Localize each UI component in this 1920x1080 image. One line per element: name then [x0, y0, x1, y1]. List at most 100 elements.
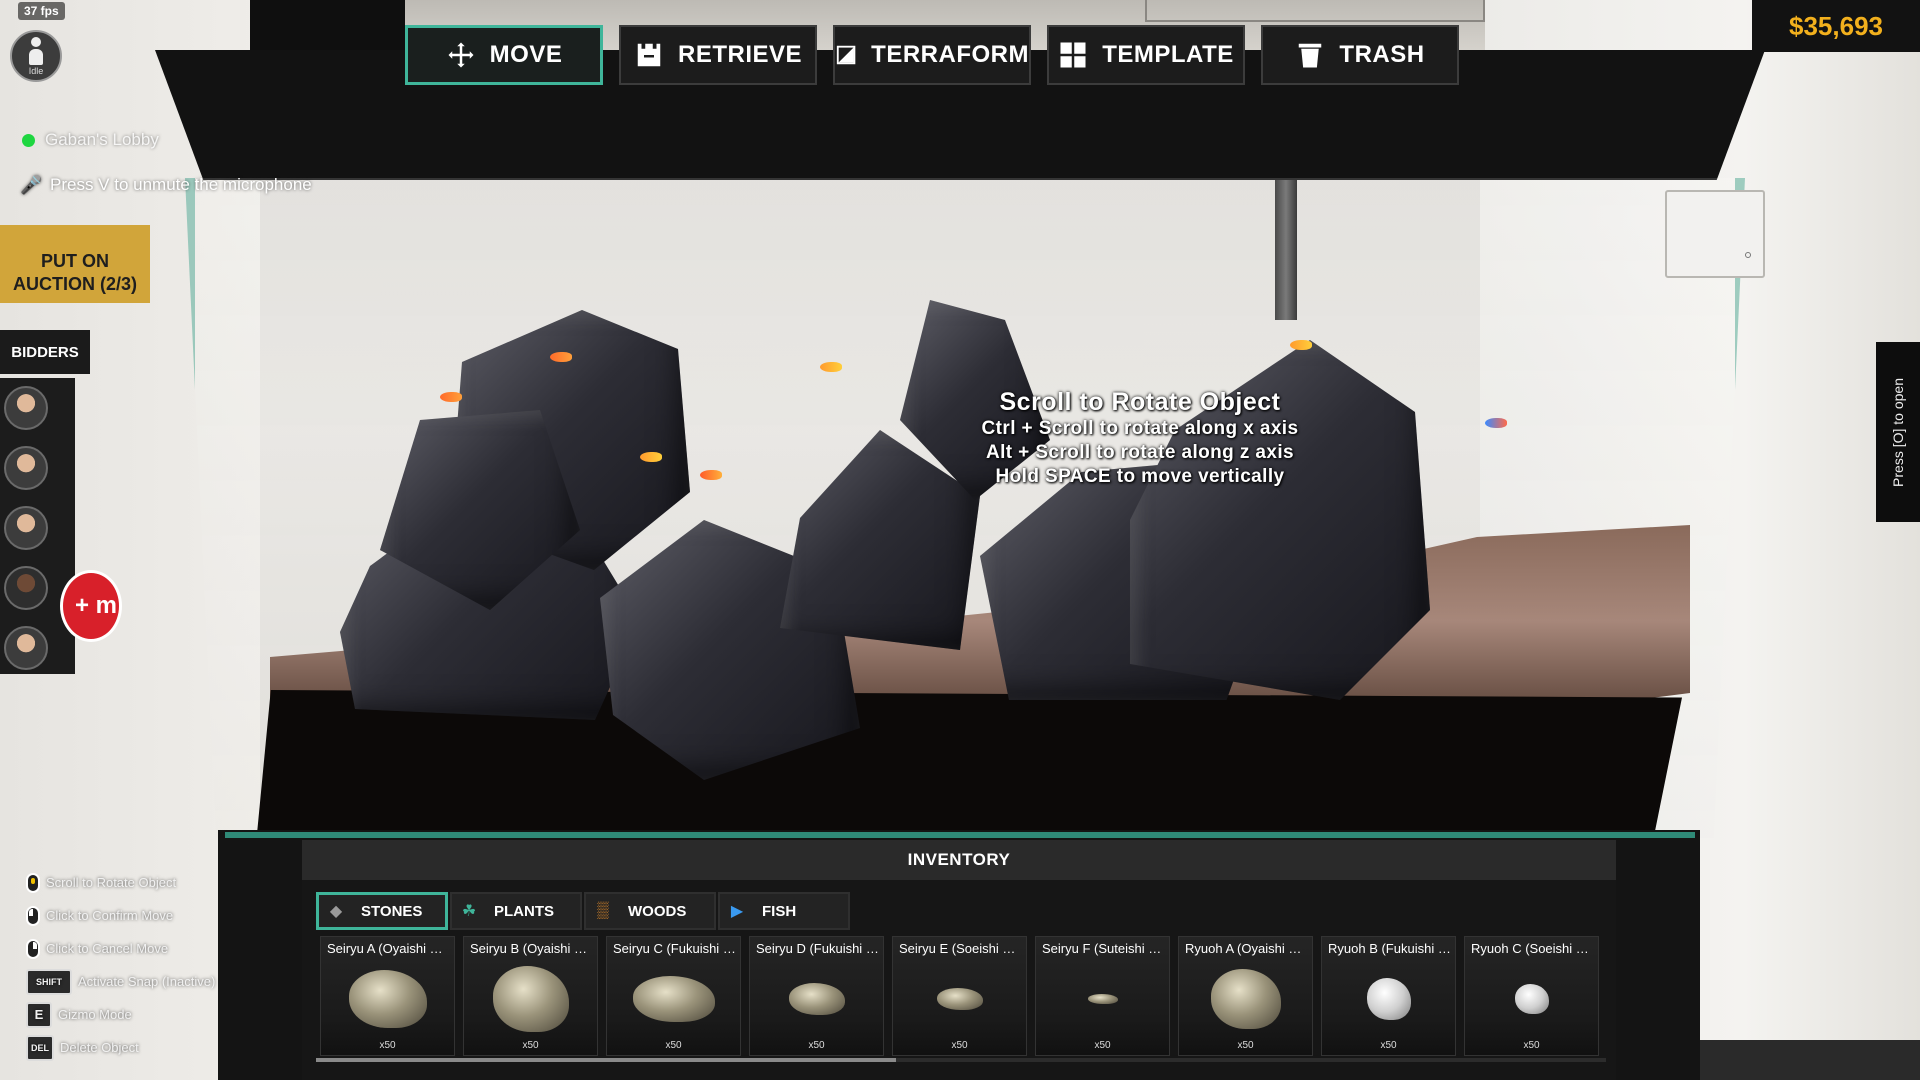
- filter-pipe: [1275, 180, 1297, 320]
- stone-thumbnail: [788, 983, 845, 1015]
- inventory-tabs: ◆ STONES ☘ PLANTS ▒ WOODS ▶ FISH: [316, 892, 850, 930]
- person-icon: [31, 36, 41, 47]
- rotate-hint-line: Alt + Scroll to rotate along z axis: [985, 442, 1295, 463]
- avatar: [4, 446, 48, 490]
- item-name: Ryuoh B (Fukuishi S...: [1328, 941, 1451, 956]
- tab-woods[interactable]: ▒ WOODS: [584, 892, 716, 930]
- mic-hint-text: Press V to unmute the microphone: [50, 175, 312, 194]
- inventory-item[interactable]: Seiryu B (Oyaishi Si... x50: [463, 936, 598, 1056]
- money-display: $35,693: [1752, 0, 1920, 52]
- plant-icon: ☘: [461, 903, 477, 920]
- notification-badge[interactable]: + m: [60, 570, 122, 642]
- inventory-item[interactable]: Seiryu D (Fukuishi S... x50: [749, 936, 884, 1056]
- avatar: [4, 566, 48, 610]
- build-toolbar: MOVE RETRIEVE TERRAFORM TEMPLATE TRASH: [405, 25, 1459, 85]
- item-quantity: x50: [522, 1040, 539, 1051]
- bidder-item[interactable]: [0, 498, 75, 558]
- stone-thumbnail: [1366, 978, 1411, 1020]
- mouse-left-click-icon: [26, 905, 40, 926]
- fish: [820, 362, 842, 372]
- item-name: Seiryu F (Suteishi Si...: [1042, 941, 1165, 956]
- inventory-item[interactable]: Seiryu A (Oyaishi Si... x50: [320, 936, 455, 1056]
- inventory-item[interactable]: Seiryu C (Fukuishi S... x50: [606, 936, 741, 1056]
- item-quantity: x50: [1523, 1040, 1540, 1051]
- lobby-indicator: Gaban's Lobby: [22, 130, 159, 150]
- bidder-item[interactable]: [0, 618, 75, 678]
- lobby-name: Gaban's Lobby: [45, 130, 159, 149]
- template-button[interactable]: TEMPLATE: [1047, 25, 1245, 85]
- bidder-item[interactable]: [0, 378, 75, 438]
- move-icon: [448, 42, 474, 68]
- stone-thumbnail: [348, 970, 427, 1028]
- fish: [640, 452, 662, 462]
- inventory-item[interactable]: Seiryu E (Soeishi Si... x50: [892, 936, 1027, 1056]
- control-hint: Click to Cancel Move: [26, 932, 215, 965]
- trash-button[interactable]: TRASH: [1261, 25, 1459, 85]
- avatar: [4, 386, 48, 430]
- scrollbar-thumb[interactable]: [316, 1058, 896, 1062]
- control-hint: Scroll to Rotate Object: [26, 866, 215, 899]
- retrieve-button[interactable]: RETRIEVE: [619, 25, 817, 85]
- control-hint-label: Click to Confirm Move: [46, 908, 174, 923]
- tab-label: PLANTS: [494, 902, 554, 920]
- item-quantity: x50: [665, 1040, 682, 1051]
- inventory-item[interactable]: Ryuoh B (Fukuishi S... x50: [1321, 936, 1456, 1056]
- fish: [1290, 340, 1312, 350]
- put-on-auction-button[interactable]: PUT ON AUCTION (2/3): [0, 225, 150, 303]
- control-hint-label: Click to Cancel Move: [46, 941, 169, 956]
- item-quantity: x50: [951, 1040, 968, 1051]
- mouse-scroll-icon: [26, 872, 40, 893]
- rotate-hint-line: Ctrl + Scroll to rotate along x axis: [981, 418, 1299, 439]
- control-hint: SHIFT Activate Snap (Inactive): [26, 965, 215, 998]
- fps-counter: 37 fps: [18, 2, 65, 20]
- inventory-item[interactable]: Seiryu F (Suteishi Si... x50: [1035, 936, 1170, 1056]
- item-name: Seiryu B (Oyaishi Si...: [470, 941, 593, 956]
- bidder-item[interactable]: [0, 438, 75, 498]
- stone-thumbnail: [1514, 984, 1549, 1014]
- fish: [440, 392, 462, 402]
- mic-hint: 🎤 Press V to unmute the microphone: [20, 174, 312, 196]
- terraform-icon: [836, 45, 856, 65]
- player-status-badge: Idle: [10, 30, 62, 82]
- fish-icon: ▶: [730, 903, 744, 920]
- stone-thumbnail: [492, 966, 569, 1032]
- trash-icon: [1299, 43, 1322, 68]
- wall-switch: [1665, 190, 1765, 278]
- control-hint: E Gizmo Mode: [26, 998, 215, 1031]
- control-hint: Click to Confirm Move: [26, 899, 215, 932]
- inventory-scrollbar[interactable]: [316, 1058, 1606, 1062]
- stone-thumbnail: [936, 988, 983, 1010]
- item-name: Ryuoh C (Soeishi Si...: [1471, 941, 1594, 956]
- retrieve-icon: [637, 43, 661, 67]
- tab-label: FISH: [762, 902, 797, 920]
- terraform-label: TERRAFORM: [871, 41, 1029, 68]
- inventory-title: INVENTORY: [302, 840, 1616, 880]
- item-quantity: x50: [1094, 1040, 1111, 1051]
- mic-muted-icon: 🎤: [20, 175, 43, 195]
- tab-stones[interactable]: ◆ STONES: [316, 892, 448, 930]
- status-label: Idle: [28, 65, 44, 76]
- control-hint-label: Gizmo Mode: [58, 1007, 132, 1022]
- inventory-item[interactable]: Ryuoh C (Soeishi Si... x50: [1464, 936, 1599, 1056]
- tab-fish[interactable]: ▶ FISH: [718, 892, 850, 930]
- item-name: Ryuoh A (Oyaishi Siz...: [1185, 941, 1308, 956]
- del-key-icon: DEL: [26, 1034, 54, 1061]
- item-name: Seiryu A (Oyaishi Si...: [327, 941, 450, 956]
- inventory-item[interactable]: Ryuoh A (Oyaishi Siz... x50: [1178, 936, 1313, 1056]
- rotate-hint-line: Hold SPACE to move vertically: [995, 466, 1285, 487]
- tab-plants[interactable]: ☘ PLANTS: [450, 892, 582, 930]
- terraform-button[interactable]: TERRAFORM: [833, 25, 1031, 85]
- stone-thumbnail: [1087, 994, 1118, 1004]
- wood-icon: ▒: [597, 902, 609, 919]
- e-key-icon: E: [26, 1001, 52, 1028]
- floor: [1700, 1040, 1920, 1080]
- bidders-label: BIDDERS: [0, 330, 90, 374]
- mouse-right-click-icon: [26, 938, 40, 959]
- retrieve-label: RETRIEVE: [677, 41, 803, 68]
- shift-key-icon: SHIFT: [26, 968, 72, 995]
- fish: [700, 470, 722, 480]
- move-button[interactable]: MOVE: [405, 25, 603, 85]
- person-body-icon: [29, 48, 43, 65]
- side-panel-tab[interactable]: Press [O] to open: [1876, 342, 1920, 522]
- fish: [550, 352, 572, 362]
